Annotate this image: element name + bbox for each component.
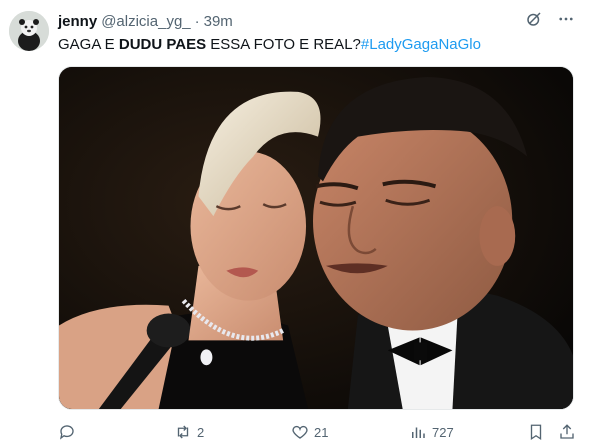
more-icon[interactable] bbox=[557, 10, 575, 28]
author-handle[interactable]: @alzicia_yg_ bbox=[101, 13, 190, 30]
reply-icon bbox=[58, 423, 76, 440]
tweet-text-part: GAGA E bbox=[58, 36, 119, 53]
bookmark-icon bbox=[527, 423, 545, 440]
author-name[interactable]: jenny bbox=[58, 13, 97, 30]
tweet-text: GAGA E DUDU PAES ESSA FOTO E REAL?#LadyG… bbox=[58, 35, 481, 54]
retweet-icon bbox=[174, 423, 192, 440]
retweet-count: 2 bbox=[197, 424, 205, 440]
tweet-actions: 2 21 727 bbox=[58, 423, 578, 440]
tweet-header: jenny @alzicia_yg_ · 39m bbox=[58, 11, 233, 31]
views-icon bbox=[409, 423, 427, 440]
bookmark-button[interactable] bbox=[527, 423, 545, 440]
views-count: 727 bbox=[432, 424, 454, 440]
separator-dot: · bbox=[194, 12, 200, 30]
tweet-text-part: ESSA FOTO E REAL? bbox=[206, 36, 361, 53]
tweet-photo[interactable] bbox=[58, 66, 574, 410]
hashtag-link[interactable]: #LadyGagaNaGlo bbox=[361, 36, 481, 53]
tweet-text-bold: DUDU PAES bbox=[118, 36, 207, 53]
grok-icon[interactable] bbox=[525, 10, 543, 28]
tweet-card[interactable]: jenny @alzicia_yg_ · 39m GAGA E DUDU PAE… bbox=[0, 0, 605, 440]
header-icons bbox=[525, 10, 575, 28]
share-button[interactable] bbox=[558, 423, 576, 440]
heart-icon bbox=[291, 423, 309, 440]
retweet-button[interactable]: 2 bbox=[174, 423, 204, 440]
tweet-time[interactable]: 39m bbox=[204, 13, 233, 30]
like-button[interactable]: 21 bbox=[291, 423, 328, 440]
like-count: 21 bbox=[314, 424, 329, 440]
share-icon bbox=[558, 423, 576, 440]
views-button[interactable]: 727 bbox=[409, 423, 454, 440]
reply-button[interactable] bbox=[58, 423, 81, 440]
avatar[interactable] bbox=[9, 11, 49, 51]
